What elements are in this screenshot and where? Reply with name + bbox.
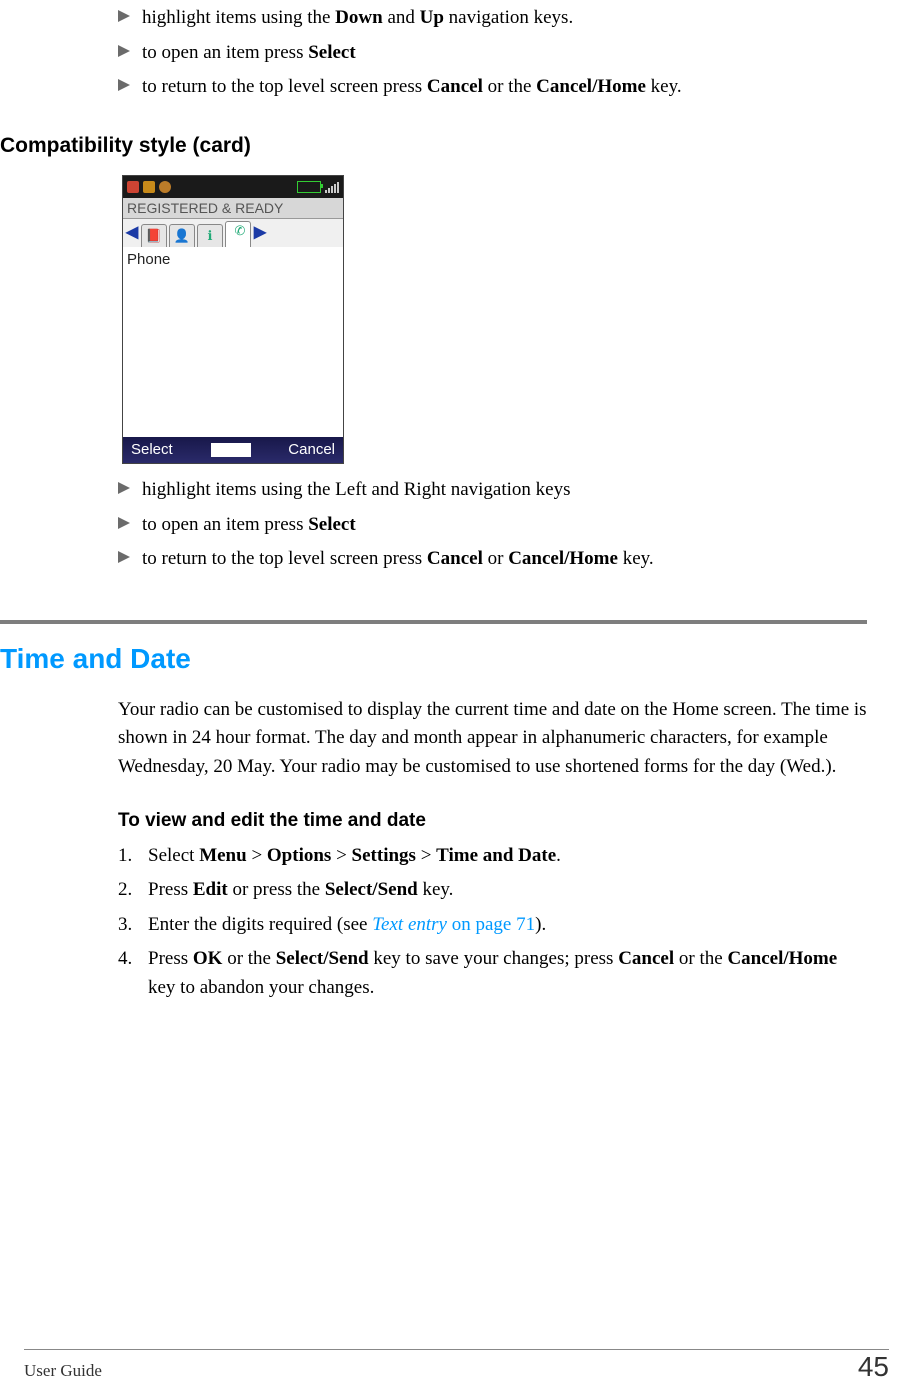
battery-icon xyxy=(297,181,321,193)
calendar-icon xyxy=(143,181,155,193)
bullet-item: to return to the top level screen press … xyxy=(118,73,867,102)
chevron-left-icon: ◀ xyxy=(125,221,139,245)
user-icon xyxy=(159,181,171,193)
softkey-right: Cancel xyxy=(288,439,335,462)
arrow-icon xyxy=(118,45,136,57)
phone-tab-active: ✆ xyxy=(225,221,251,247)
bullet-text: to return to the top level screen press … xyxy=(142,73,867,102)
bullet-item: to open an item press Select xyxy=(118,39,867,68)
phone-tab: 👤 xyxy=(169,224,195,247)
numbered-steps: Select Menu > Options > Settings > Time … xyxy=(118,842,867,1003)
arrow-icon xyxy=(118,551,136,563)
step-item: Press OK or the Select/Send key to save … xyxy=(118,945,867,1002)
bullet-item: to open an item press Select xyxy=(118,511,867,540)
phone-tab-row: ◀ 📕 👤 ℹ ✆ ▶ xyxy=(123,219,343,247)
arrow-icon xyxy=(118,79,136,91)
arrow-icon xyxy=(118,10,136,22)
bullet-list-2: highlight items using the Left and Right… xyxy=(118,476,867,574)
step-item: Select Menu > Options > Settings > Time … xyxy=(118,842,867,871)
arrow-icon xyxy=(118,517,136,529)
step-item: Enter the digits required (see Text entr… xyxy=(118,911,867,940)
flag-icon xyxy=(127,181,139,193)
phone-status-bar xyxy=(123,176,343,198)
intro-paragraph: Your radio can be customised to display … xyxy=(118,696,867,782)
chevron-right-icon: ▶ xyxy=(253,221,267,245)
bullet-item: highlight items using the Left and Right… xyxy=(118,476,867,505)
footer-page-number: 45 xyxy=(858,1346,889,1388)
bullet-text: highlight items using the Down and Up na… xyxy=(142,4,867,33)
heading-compatibility-style: Compatibility style (card) xyxy=(0,130,867,162)
bullet-text: to open an item press Select xyxy=(142,511,867,540)
phone-status-text: REGISTERED & READY xyxy=(123,198,343,219)
step-item: Press Edit or press the Select/Send key. xyxy=(118,876,867,905)
phone-softkeys: Select Cancel xyxy=(123,437,343,463)
phone-screenshot: REGISTERED & READY ◀ 📕 👤 ℹ ✆ ▶ Phone Sel… xyxy=(122,175,344,464)
phone-tab: 📕 xyxy=(141,224,167,247)
heading-view-edit: To view and edit the time and date xyxy=(118,807,867,836)
phone-body-label: Phone xyxy=(123,247,343,274)
phone-tab: ℹ xyxy=(197,224,223,247)
bullet-item: to return to the top level screen press … xyxy=(118,545,867,574)
link-text-entry[interactable]: Text entry on page 71 xyxy=(372,914,535,935)
softkey-center-gap xyxy=(211,443,251,457)
bullet-text: to return to the top level screen press … xyxy=(142,545,867,574)
bullet-list-1: highlight items using the Down and Up na… xyxy=(118,4,867,102)
footer-label: User Guide xyxy=(24,1358,102,1384)
phone-body: Phone xyxy=(123,247,343,437)
bullet-item: highlight items using the Down and Up na… xyxy=(118,4,867,33)
softkey-left: Select xyxy=(131,439,173,462)
signal-icon xyxy=(325,181,339,193)
bullet-text: to open an item press Select xyxy=(142,39,867,68)
section-divider xyxy=(0,620,867,624)
section-title-time-and-date: Time and Date xyxy=(0,638,877,680)
bullet-text: highlight items using the Left and Right… xyxy=(142,476,867,505)
arrow-icon xyxy=(118,482,136,494)
page-footer: User Guide 45 xyxy=(24,1346,889,1388)
